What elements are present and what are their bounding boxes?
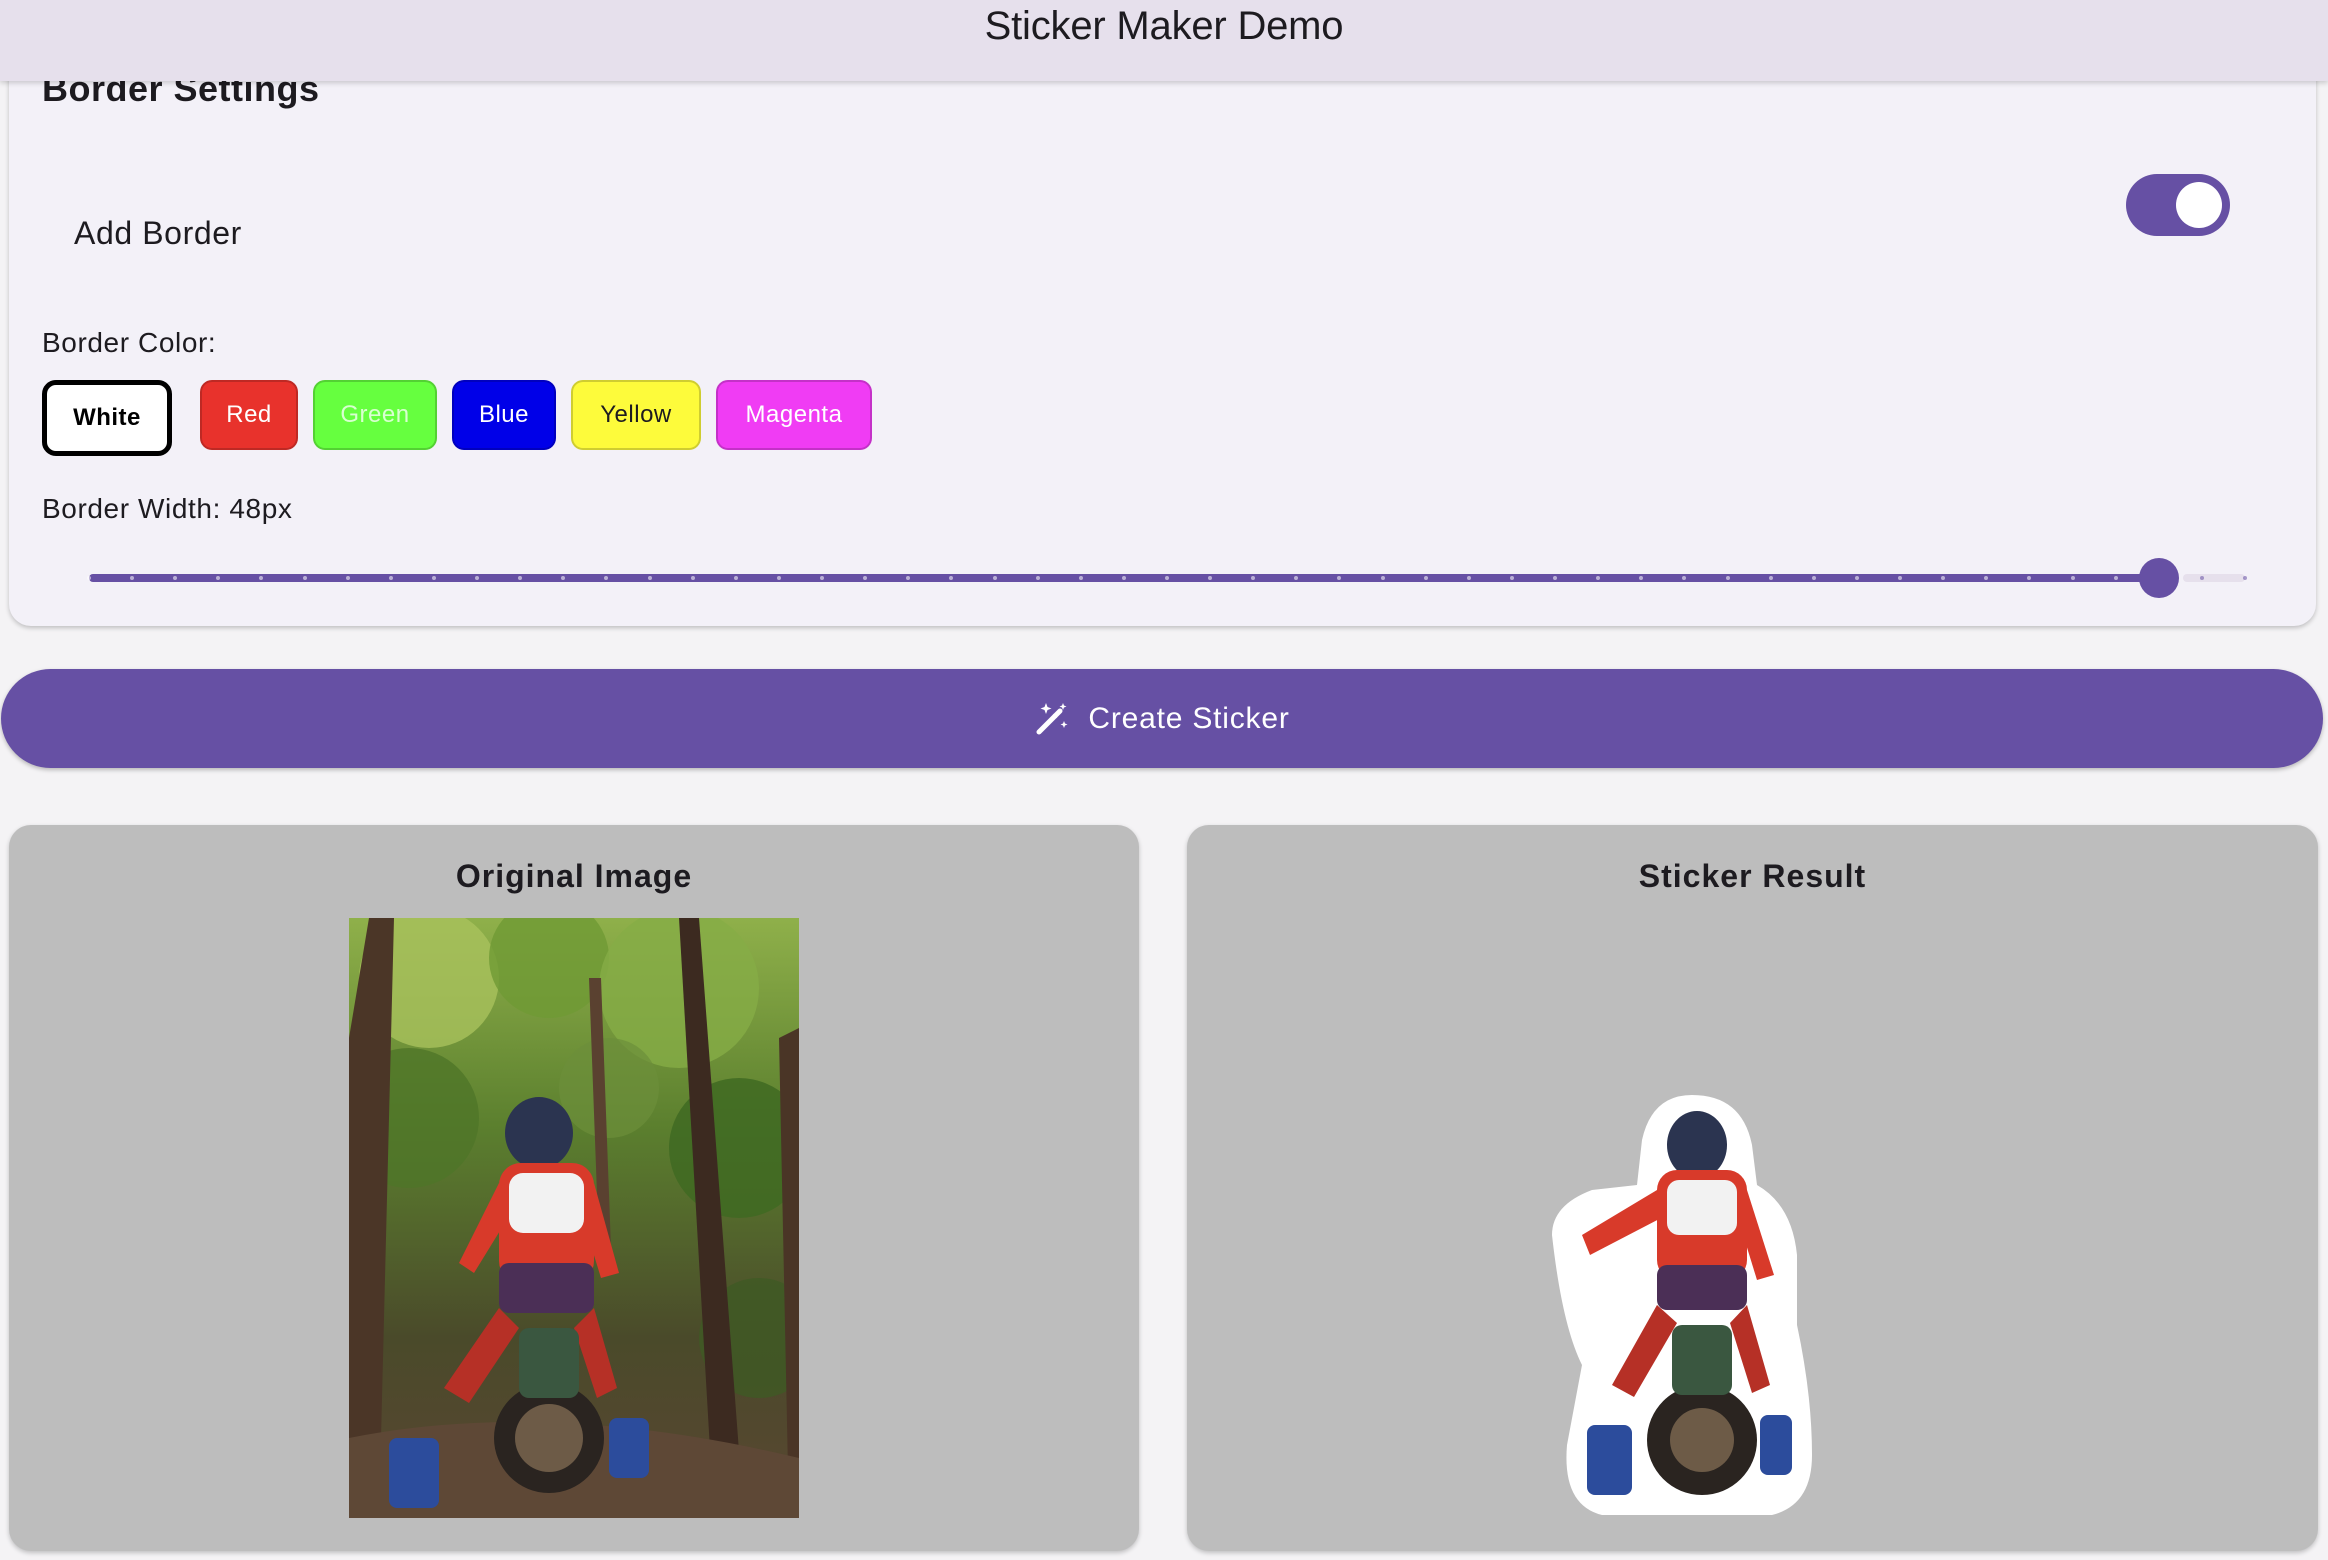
border-width-label: Border Width: 48px [42, 493, 293, 524]
slider-tick [259, 576, 264, 580]
slider-ticks [87, 574, 2247, 582]
app-title: Sticker Maker Demo [984, 4, 1344, 48]
slider-tick [1423, 576, 1428, 580]
slider-tick [1941, 576, 1946, 580]
color-chip-green[interactable]: Green [313, 380, 437, 450]
slider-tick [1380, 576, 1385, 580]
create-sticker-button[interactable]: Create Sticker [1, 669, 2323, 768]
slider-tick [2199, 576, 2204, 580]
toggle-knob [2176, 182, 2222, 228]
color-chip-white[interactable]: White [42, 380, 172, 456]
original-image-title: Original Image [455, 858, 693, 894]
color-chip-label: Green [340, 401, 410, 428]
slider-tick [1898, 576, 1903, 580]
slider-tick [1337, 576, 1342, 580]
color-chip-label: White [73, 404, 141, 431]
slider-tick [475, 576, 480, 580]
slider-tick [130, 576, 135, 580]
sticker-result-title: Sticker Result [1638, 858, 1867, 894]
slider-tick [561, 576, 566, 580]
slider-tick [906, 576, 911, 580]
border-width-slider[interactable] [87, 550, 2247, 606]
slider-tick [173, 576, 178, 580]
slider-tick [733, 576, 738, 580]
slider-tick [992, 576, 997, 580]
slider-tick [1811, 576, 1816, 580]
sticker-result-panel: Sticker Result [1187, 825, 2318, 1551]
color-chip-label: Yellow [600, 401, 672, 428]
slider-tick [1639, 576, 1644, 580]
color-chip-label: Magenta [745, 401, 843, 428]
add-border-label: Add Border [74, 215, 242, 251]
slider-tick [1854, 576, 1859, 580]
color-chip-yellow[interactable]: Yellow [571, 380, 701, 450]
add-border-toggle[interactable] [2126, 174, 2230, 236]
slider-tick [216, 576, 221, 580]
color-chip-label: Blue [478, 401, 530, 428]
color-chip-red[interactable]: Red [200, 380, 298, 450]
slider-tick [518, 576, 523, 580]
slider-tick [2113, 576, 2118, 580]
slider-tick [1251, 576, 1256, 580]
app-bar: Sticker Maker Demo [0, 0, 2328, 81]
slider-tick [87, 576, 91, 580]
original-photo [349, 918, 799, 1518]
slider-tick [863, 576, 868, 580]
slider-tick [1078, 576, 1083, 580]
slider-tick [1984, 576, 1989, 580]
slider-tick [431, 576, 436, 580]
slider-tick [776, 576, 781, 580]
slider-tick [820, 576, 825, 580]
create-sticker-label: Create Sticker [1088, 701, 1290, 735]
slider-tick [1121, 576, 1126, 580]
slider-tick [1509, 576, 1514, 580]
color-chip-blue[interactable]: Blue [452, 380, 556, 450]
sticker-image [1542, 1095, 1832, 1515]
slider-thumb[interactable] [2138, 558, 2179, 598]
slider-tick [1165, 576, 1169, 580]
slider-tick [2243, 576, 2247, 580]
slider-tick [345, 576, 350, 580]
slider-tick [604, 576, 609, 580]
slider-tick [1596, 576, 1601, 580]
slider-tick [2070, 576, 2075, 580]
color-chip-label: Red [226, 401, 272, 428]
slider-tick [2027, 576, 2032, 580]
slider-tick [1553, 576, 1558, 580]
color-chip-magenta[interactable]: Magenta [716, 380, 872, 450]
slider-tick [690, 576, 695, 580]
slider-tick [949, 576, 954, 580]
slider-tick [388, 576, 393, 580]
border-settings-card: Border Settings Add Border Border Color:… [9, 30, 2316, 626]
slider-tick [1768, 576, 1773, 580]
auto-fix-wand-icon [1034, 701, 1070, 737]
slider-tick [1294, 576, 1299, 580]
slider-tick [1035, 576, 1040, 580]
slider-tick [1208, 576, 1213, 580]
slider-tick [647, 576, 652, 580]
slider-tick [1725, 576, 1730, 580]
slider-tick [302, 576, 307, 580]
slider-tick [1682, 576, 1687, 580]
border-color-label: Border Color: [42, 327, 217, 358]
original-image-panel: Original Image [9, 825, 1139, 1551]
slider-tick [1466, 576, 1471, 580]
